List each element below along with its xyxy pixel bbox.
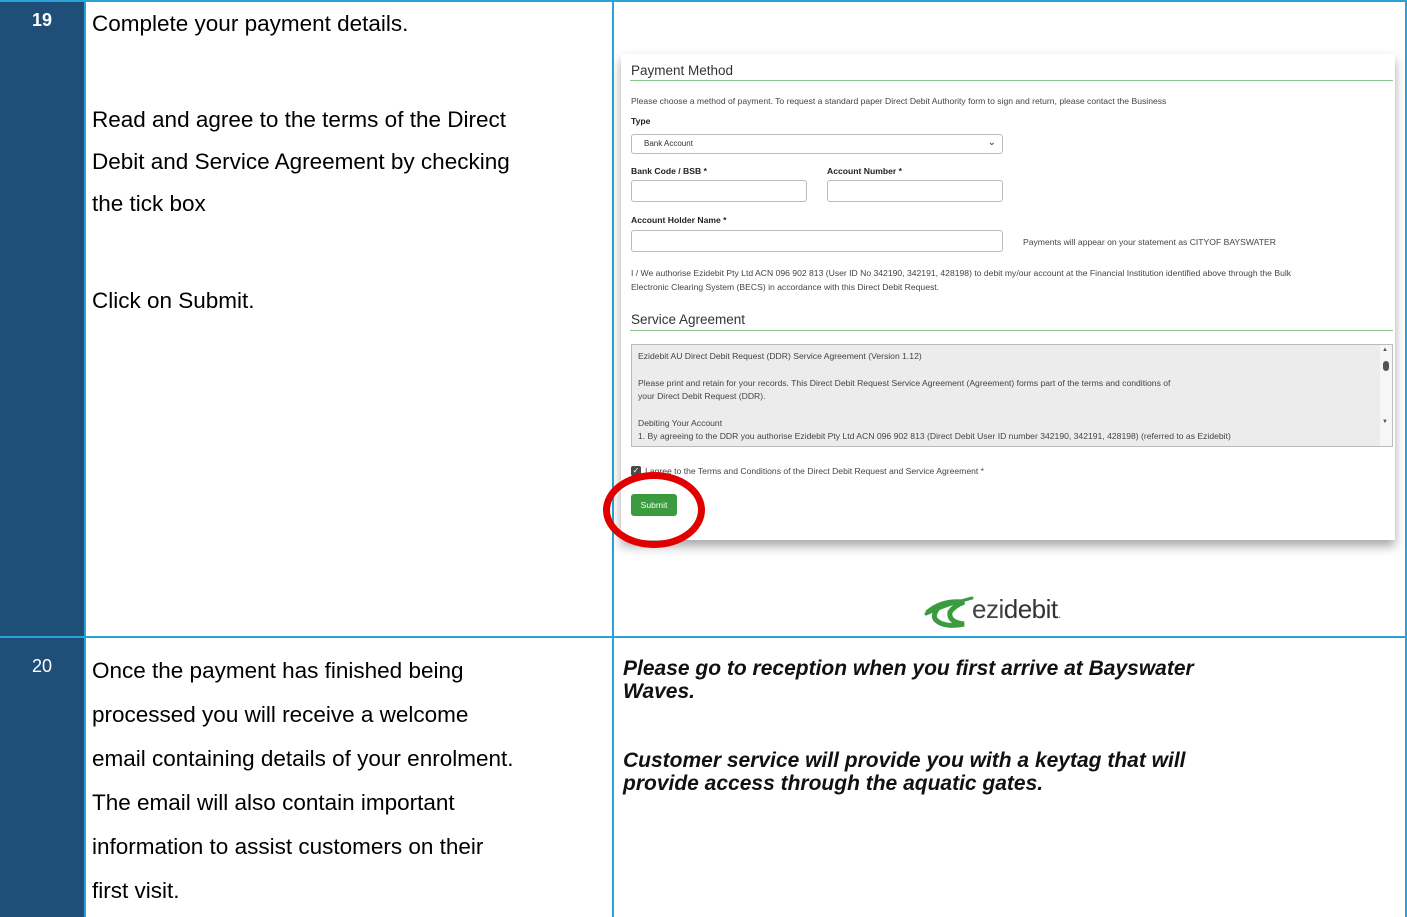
instruction-text: email containing details of your enrolme… [92,746,514,771]
logo-text-b: debit [1003,594,1058,624]
agreement-line: Debiting Your Account [638,418,723,428]
payment-form-screenshot: Payment Method Please choose a method of… [621,54,1395,540]
authorise-text: I / We authorise Ezidebit Pty Ltd ACN 09… [631,268,1292,278]
instruction-text: Read and agree to the terms of the Direc… [92,107,506,132]
agreement-line: Please print and retain for your records… [638,378,1171,388]
step-number-cell-19: 19 [0,0,84,637]
agreement-scrollbar[interactable]: ▲ ▼ [1380,345,1392,446]
agreement-line: your Direct Debit Request (DDR). [638,391,766,401]
section-rule [630,330,1393,331]
reception-note: Please go to reception when you first ar… [623,657,1194,680]
table-border-middle [0,636,1407,638]
instruction-text: Click on Submit. [92,288,255,313]
authorise-text: Electronic Clearing System (BECS) in acc… [631,282,940,292]
logo-text-a: ezi [972,594,1004,624]
agreement-line: 1. By agreeing to the DDR you authorise … [638,431,1231,441]
keytag-note: Customer service will provide you with a… [623,749,1186,772]
account-number-label: Account Number * [827,166,902,176]
agree-label: I agree to the Terms and Conditions of t… [645,466,985,476]
payment-intro: Please choose a method of payment. To re… [631,96,1167,106]
highlight-ring [603,472,705,548]
table-border-top [0,0,1407,2]
type-label: Type [631,116,651,126]
instruction-text: the tick box [92,191,206,216]
instruction-text: processed you will receive a welcome [92,702,469,727]
logo-wordmark: ezidebit. [972,594,1061,625]
scroll-up-icon[interactable]: ▲ [1382,347,1388,353]
type-select-value: Bank Account [644,139,693,148]
account-holder-input[interactable] [631,230,1003,252]
instruction-text: Debit and Service Agreement by checking [92,149,510,174]
logo-suffix: . [1057,607,1061,621]
instruction-text: first visit. [92,878,180,903]
instruction-text: The email will also contain important [92,790,455,815]
payment-method-title: Payment Method [631,63,734,78]
table-divider-col1 [84,0,86,917]
account-holder-label: Account Holder Name * [631,215,727,225]
bsb-input[interactable] [631,180,807,202]
table-divider-col2 [612,0,614,917]
service-agreement-title: Service Agreement [631,312,746,327]
ezidebit-swoosh-icon [924,596,974,628]
instruction-text: information to assist customers on their [92,834,484,859]
chevron-down-icon: ⌄ [987,137,996,148]
account-number-input[interactable] [827,180,1003,202]
statement-note: Payments will appear on your statement a… [1023,237,1276,247]
keytag-note: provide access through the aquatic gates… [623,772,1044,795]
type-select[interactable]: Bank Account ⌄ [631,134,1003,154]
scroll-down-icon[interactable]: ▼ [1382,419,1388,425]
agreement-line: Ezidebit AU Direct Debit Request (DDR) S… [638,351,922,361]
section-rule [630,80,1393,81]
step-number-cell-20: 20 [0,638,84,917]
step-number: 20 [31,656,53,676]
bsb-label: Bank Code / BSB * [631,166,707,176]
ezidebit-logo: ezidebit. [924,582,1124,632]
agreement-textarea[interactable]: Ezidebit AU Direct Debit Request (DDR) S… [631,344,1393,447]
step-number: 19 [31,10,53,30]
instruction-text: Once the payment has finished being [92,658,464,683]
reception-note: Waves. [623,680,695,703]
instruction-text: Complete your payment details. [92,11,409,36]
scroll-thumb[interactable] [1383,361,1389,371]
